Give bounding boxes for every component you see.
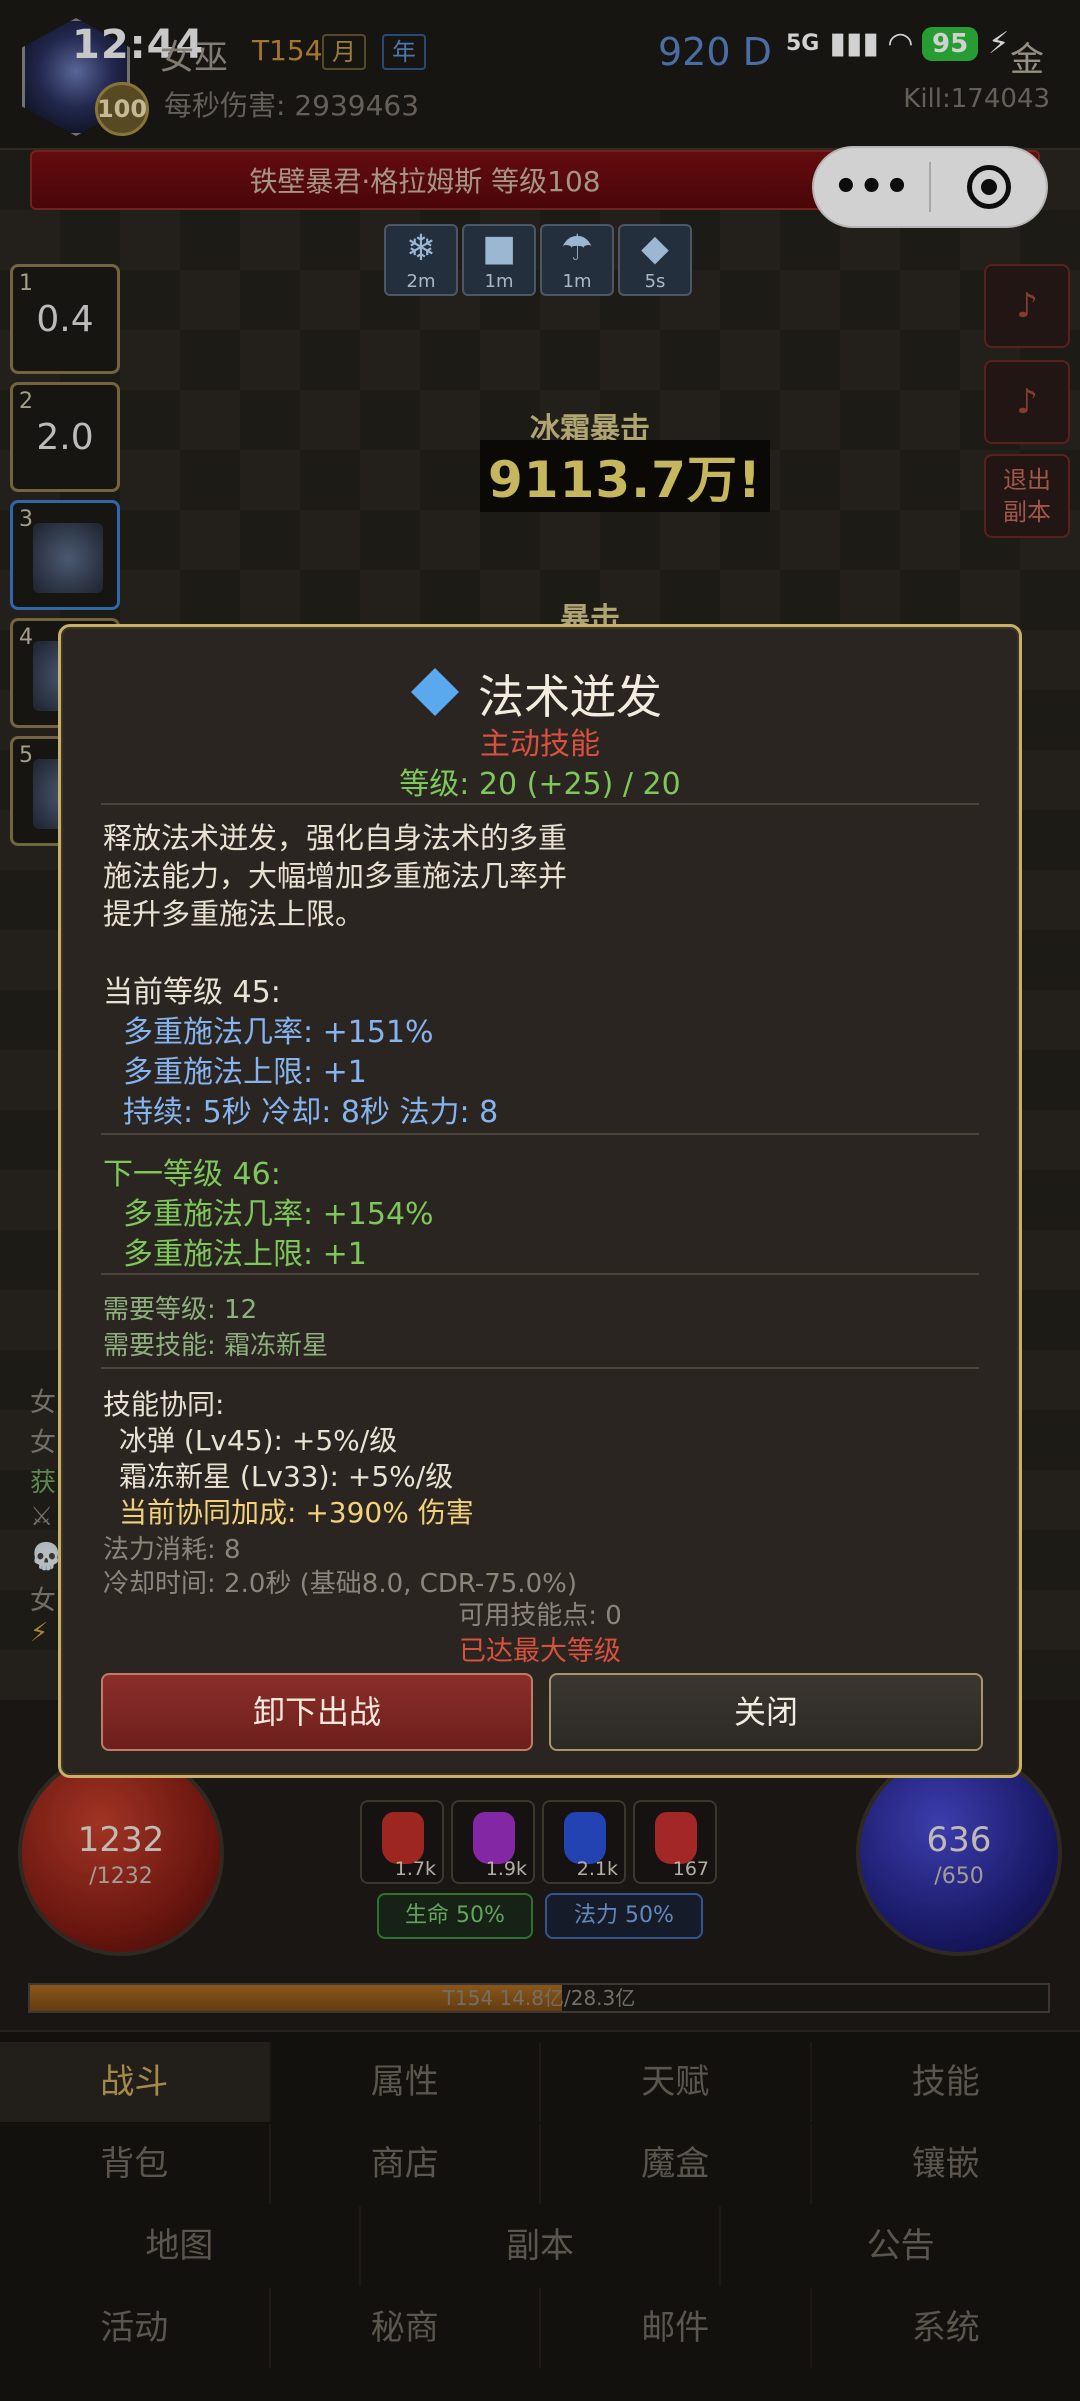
synergy-line: 霜冻新星 (Lv33): +5%/级 [119,1460,454,1493]
desc-line: 提升多重施法上限。 [103,897,365,931]
desc-line: 释放法术迸发，强化自身法术的多重 [103,821,568,855]
divider [101,1367,979,1369]
skill-title: 法术迸发 [61,661,1019,727]
next-stat: 多重施法几率: +154% [123,1197,434,1232]
synergy-line: 冰弹 (Lv45): +5%/级 [119,1424,398,1457]
current-stat: 持续: 5秒 冷却: 8秒 法力: 8 [123,1095,499,1130]
desc-line: 施法能力，大幅增加多重施法几率并 [103,859,568,893]
divider [101,1133,979,1135]
current-stat: 多重施法上限: +1 [123,1055,367,1090]
divider [101,803,979,805]
close-button[interactable]: 关闭 [549,1673,983,1751]
synergy-total: 当前协同加成: +390% 伤害 [119,1496,474,1529]
synergy-heading: 技能协同: [103,1388,225,1421]
skill-level: 等级: 20 (+25) / 20 [399,767,681,802]
divider [101,1273,979,1275]
current-level-heading: 当前等级 45: [103,975,281,1010]
skill-description: 释放法术迸发，强化自身法术的多重 施法能力，大幅增加多重施法几率并 提升多重施法… [103,819,663,933]
next-level-heading: 下一等级 46: [103,1157,281,1192]
game-screen: 100 12:44 女巫 T154 月 年 每秒伤害: 2939463 920 … [0,0,1080,2401]
required-skill: 需要技能: 霜冻新星 [103,1331,329,1361]
required-level: 需要等级: 12 [103,1295,258,1325]
skill-points: 可用技能点: 0 [458,1601,622,1631]
max-level-notice: 已达最大等级 [459,1636,621,1667]
mana-cost: 法力消耗: 8 [103,1535,241,1565]
skill-name: 法术迸发 [478,670,662,724]
diamond-icon [410,667,460,717]
current-stat: 多重施法几率: +151% [123,1015,434,1050]
skill-type: 主动技能 [480,727,600,762]
unequip-button[interactable]: 卸下出战 [101,1673,533,1751]
skill-detail-dialog: 法术迸发 主动技能 等级: 20 (+25) / 20 释放法术迸发，强化自身法… [58,624,1022,1778]
next-stat: 多重施法上限: +1 [123,1237,367,1272]
